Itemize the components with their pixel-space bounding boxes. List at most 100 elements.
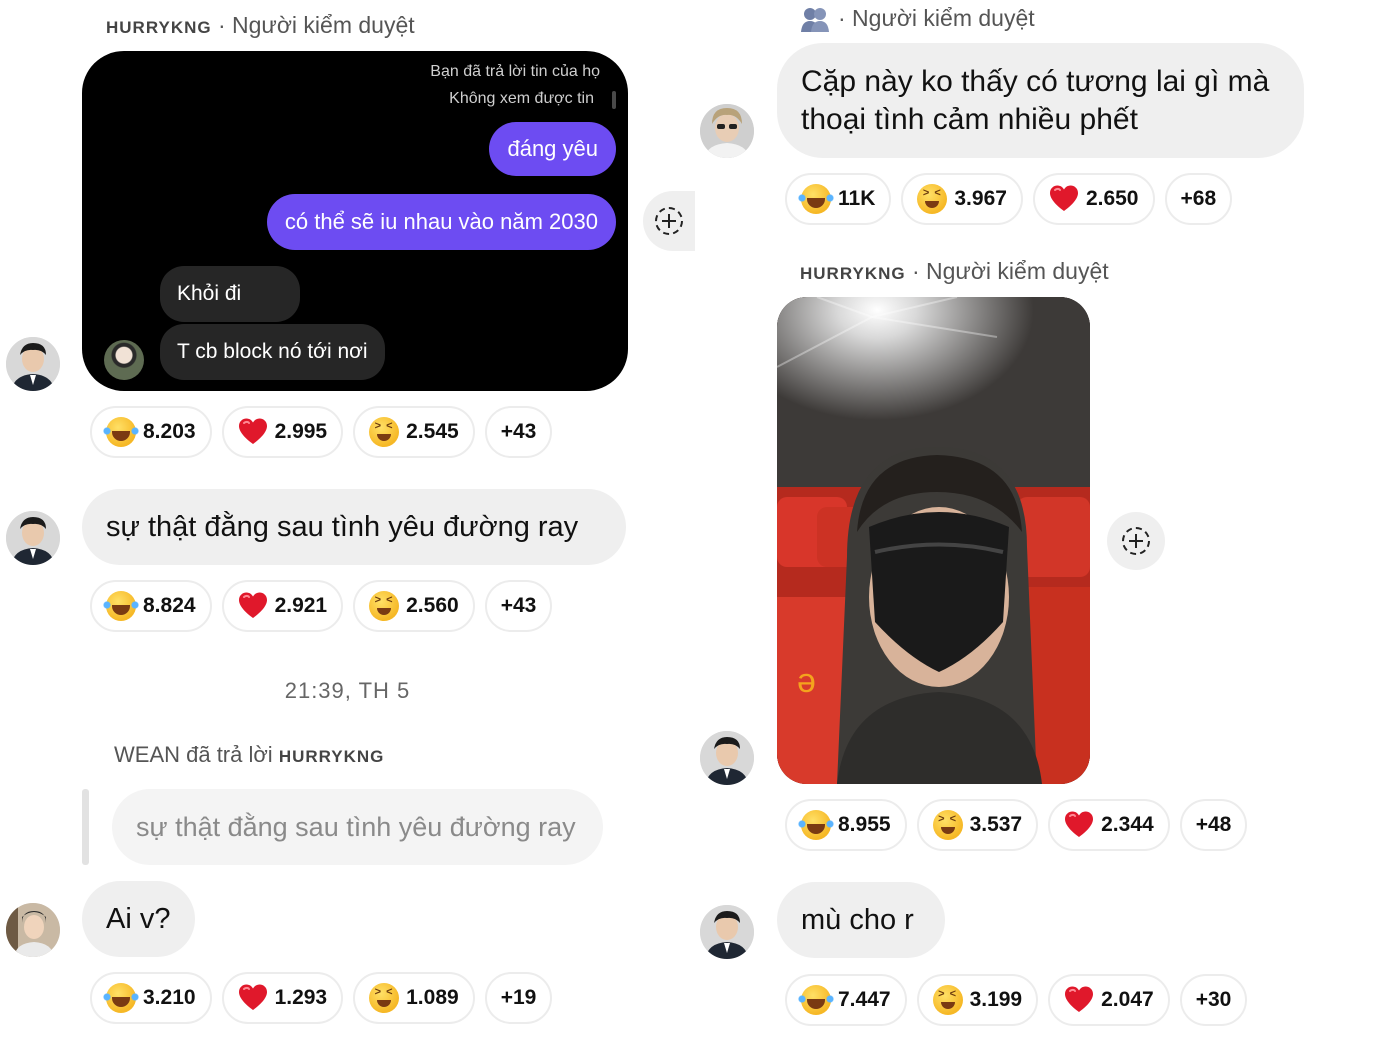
laugh-cry-emoji-icon [798,810,834,840]
avatar[interactable] [700,104,754,158]
add-reaction-button[interactable] [643,191,695,251]
reaction-count: +68 [1180,187,1217,210]
more-reactions-pill[interactable]: +43 [484,406,553,458]
group-avatar-icon[interactable] [800,6,830,32]
avatar-image [6,337,60,391]
reaction-pill[interactable]: 8.824 [90,580,212,632]
reaction-count: 2.047 [1101,988,1154,1011]
reaction-count: 2.560 [406,594,459,617]
avatar[interactable] [6,337,60,391]
message-bubble[interactable]: Cặp này ko thấy có tương lai gì mà thoại… [777,43,1304,158]
avatar-image [700,731,754,785]
timestamp: 21:39, TH 5 [284,678,411,703]
reaction-pill[interactable]: 8.955 [785,799,907,851]
story-unavailable-text: Không xem được tin [449,90,594,107]
heart-emoji-icon [238,591,268,621]
reaction-count: 2.921 [274,594,328,617]
shared-photo[interactable]: ə [777,297,1090,784]
laugh-cry-emoji-icon [103,983,139,1013]
reaction-pill[interactable]: 1.089 [353,972,475,1024]
message-bubble[interactable]: mù cho r [777,882,945,958]
reaction-count: 8.824 [143,594,196,617]
squint-laugh-emoji-icon [369,591,400,621]
reaction-pill[interactable]: 3.967 [901,173,1023,225]
reaction-pill[interactable]: 11K [785,173,892,225]
sent-message-bubble: có thể sẽ iu nhau vào năm 2030 [266,194,616,250]
reaction-count: 2.995 [274,420,328,443]
sender-role: · Người kiểm duyệt [911,258,1109,284]
reaction-count: 1.293 [274,986,328,1009]
post-sender-line: HURRYKNG · Người kiểm duyệt [800,258,1109,285]
avatar[interactable] [700,905,754,959]
add-reaction-icon [655,207,683,235]
reaction-pill[interactable]: 3.199 [916,974,1039,1026]
reaction-pill[interactable]: 3.210 [90,972,212,1024]
reaction-pill[interactable]: 3.537 [916,799,1039,851]
sent-message-bubble: đáng yêu [489,122,616,176]
replied-to-name[interactable]: HURRYKNG [279,747,385,766]
reaction-pill[interactable]: 8.203 [90,406,212,458]
message-bubble[interactable]: sự thật đằng sau tình yêu đường ray [82,489,626,565]
laugh-cry-emoji-icon [798,184,834,214]
reaction-bar: 11K 3.967 2.650 +68 [785,173,1233,225]
avatar[interactable] [6,903,60,957]
add-reaction-button[interactable] [1107,512,1165,570]
message-bubble[interactable]: Ai v? [82,881,195,957]
post-sender-line: HURRYKNG · Người kiểm duyệt [106,12,415,39]
more-reactions-pill[interactable]: +48 [1179,799,1248,851]
sender-role: · Người kiểm duyệt [217,12,415,38]
avatar-image [700,104,754,158]
received-message-bubble: T cb block nó tới nơi [160,324,385,380]
reaction-pill[interactable]: 2.560 [353,580,475,632]
contact-avatar [104,340,144,380]
reaction-pill[interactable]: 2.995 [221,406,344,458]
heart-emoji-icon [238,417,268,447]
reply-indicator-bar [82,789,89,865]
squint-laugh-emoji-icon [932,810,963,840]
reaction-pill[interactable]: 2.650 [1032,173,1155,225]
reaction-pill[interactable]: 7.447 [785,974,907,1026]
reaction-count: 8.203 [143,420,196,443]
reaction-count: 3.537 [969,813,1023,836]
more-reactions-pill[interactable]: +19 [484,972,553,1024]
laugh-cry-emoji-icon [103,417,139,447]
avatar-image [700,905,754,959]
squint-laugh-emoji-icon [369,417,400,447]
reaction-pill[interactable]: 2.344 [1048,799,1170,851]
reaction-count: +43 [500,594,537,617]
reaction-count: 1.089 [406,986,459,1009]
reaction-count: 8.955 [838,813,891,836]
reaction-count: 7.447 [838,988,891,1011]
reaction-count: 2.344 [1101,813,1154,836]
avatar[interactable] [6,511,60,565]
laugh-cry-emoji-icon [798,985,834,1015]
reaction-bar: 7.447 3.199 2.047 +30 [785,974,1248,1026]
reaction-bar: 3.210 1.293 1.089 +19 [90,972,553,1024]
post-sender-line: · Người kiểm duyệt [800,5,1035,32]
dm-screenshot[interactable]: Bạn đã trả lời tin của họ Không xem được… [82,51,628,391]
reaction-pill[interactable]: 2.545 [353,406,475,458]
more-reactions-pill[interactable]: +43 [484,580,553,632]
reply-header: WEAN đã trả lời HURRYKNG [114,742,384,768]
squint-laugh-emoji-icon [932,985,963,1015]
sender-name[interactable]: HURRYKNG [106,18,212,37]
photo-caption: ə [797,662,816,700]
reaction-count: +19 [500,986,537,1009]
avatar[interactable] [700,731,754,785]
add-reaction-icon [1122,527,1150,555]
laugh-cry-emoji-icon [103,591,139,621]
heart-emoji-icon [1064,810,1094,840]
reply-label: WEAN đã trả lời [114,742,273,767]
squint-laugh-emoji-icon [917,184,948,214]
sender-name[interactable]: HURRYKNG [800,264,906,283]
more-reactions-pill[interactable]: +68 [1164,173,1233,225]
reaction-pill[interactable]: 2.921 [221,580,344,632]
reply-meta: Bạn đã trả lời tin của họ [430,63,600,80]
reaction-pill[interactable]: 1.293 [221,972,344,1024]
message-line: thoại tình cảm nhiều phết [801,102,1138,136]
story-bar [612,91,616,109]
received-message-bubble: Khỏi đi [160,266,300,322]
reaction-pill[interactable]: 2.047 [1048,974,1170,1026]
more-reactions-pill[interactable]: +30 [1179,974,1248,1026]
quoted-message[interactable]: sự thật đằng sau tình yêu đường ray [112,789,603,865]
